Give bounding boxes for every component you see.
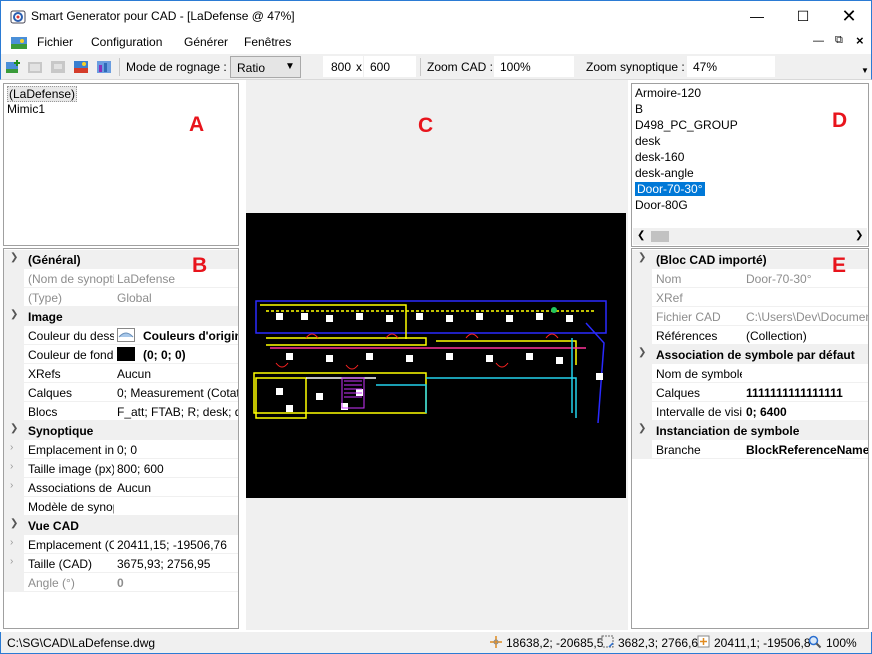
property-row[interactable]: Branche BlockReferenceName xyxy=(632,440,868,459)
synoptic-properties: B ❯(Général) (Nom de synoptique)LaDefens… xyxy=(3,248,239,629)
property-row[interactable]: Fichier CAD C:\Users\Dev\Documents xyxy=(632,307,868,326)
horizontal-scrollbar[interactable]: ❮ ❯ xyxy=(633,228,867,245)
zoom-cad-label: Zoom CAD : xyxy=(427,60,494,74)
new-icon[interactable] xyxy=(5,59,21,75)
app-icon xyxy=(10,10,26,24)
property-row[interactable]: Calques0; Measurement (Cotations) xyxy=(4,383,238,402)
category-vue-cad[interactable]: ❯ Vue CAD xyxy=(4,516,238,535)
chevron-down-icon: ▼ xyxy=(285,61,295,72)
minimize-button[interactable]: — xyxy=(734,1,780,32)
toolbar-overflow-icon[interactable]: ▼ xyxy=(861,66,869,75)
window-title: Smart Generator pour CAD - [LaDefense @ … xyxy=(31,9,295,23)
crop-mode-label: Mode de rognage : xyxy=(126,60,227,74)
cursor-position-icon xyxy=(490,636,502,648)
synoptic-canvas[interactable]: C xyxy=(246,80,628,630)
mdi-minimize-button[interactable]: — xyxy=(813,35,824,47)
color-swatch-icon xyxy=(117,328,135,342)
origin-icon xyxy=(697,635,710,648)
property-row[interactable]: › Taille (CAD) 3675,93; 2756,95 xyxy=(4,554,238,573)
category-synoptique[interactable]: ❯ Synoptique xyxy=(4,421,238,440)
property-row[interactable]: Intervalle de visibilité0; 6400 xyxy=(632,402,868,421)
export-image-icon[interactable] xyxy=(73,59,89,75)
status-file-path: C:\SG\CAD\LaDefense.dwg xyxy=(7,636,156,650)
property-row[interactable]: ›Emplacement initial0; 0 xyxy=(4,440,238,459)
property-row[interactable]: ›Emplacement (CAD)20411,15; -19506,76 xyxy=(4,535,238,554)
list-item[interactable]: desk-angle xyxy=(635,166,694,180)
list-item[interactable]: desk xyxy=(635,134,660,148)
zoom-cad-field[interactable]: 100% xyxy=(494,56,574,77)
crop-mode-value: Ratio xyxy=(237,61,266,75)
generate-icon[interactable] xyxy=(96,59,112,75)
property-row[interactable]: Couleur du dessin Couleurs d'origine xyxy=(4,326,238,345)
cad-block-list: Armoire-120 B D498_PC_GROUP desk desk-16… xyxy=(631,83,869,247)
list-item-selected[interactable]: Door-70-30° xyxy=(635,182,705,196)
category-association[interactable]: ❯ Association de symbole par défaut xyxy=(632,345,868,364)
menu-fichier[interactable]: Fichier xyxy=(37,35,73,49)
property-row[interactable]: BlocsF_att; FTAB; R; desk; desk-160 xyxy=(4,402,238,421)
title-bar: Smart Generator pour CAD - [LaDefense @ … xyxy=(0,0,872,32)
category-instanciation[interactable]: ❯ Instanciation de symbole xyxy=(632,421,868,440)
status-bar: C:\SG\CAD\LaDefense.dwg 18638,2; -20685,… xyxy=(0,632,872,654)
property-row[interactable]: Modèle de synoptique xyxy=(4,497,238,516)
menu-configuration[interactable]: Configuration xyxy=(91,35,162,49)
save-icon[interactable] xyxy=(50,59,66,75)
zoom-icon xyxy=(808,635,822,649)
synoptic-list: (LaDefense) Mimic1 A xyxy=(3,83,239,246)
status-zoom: 100% xyxy=(826,636,857,650)
property-row[interactable]: Angle (°) 0 xyxy=(4,573,238,592)
crop-mode-select[interactable]: Ratio ▼ xyxy=(230,56,301,78)
scroll-right-icon[interactable]: ❯ xyxy=(855,230,863,241)
block-properties: E ❯ (Bloc CAD importé) Nom Door-70-30° XRe… xyxy=(631,248,869,629)
list-item[interactable]: B xyxy=(635,102,643,116)
list-item[interactable]: (LaDefense) xyxy=(7,86,78,102)
property-row[interactable]: (Type) Global xyxy=(4,288,238,307)
status-origin: 20411,1; -19506,8 xyxy=(714,636,811,650)
panel-label-d: D xyxy=(832,109,848,132)
list-item[interactable]: Armoire-120 xyxy=(635,86,701,100)
panel-label-e: E xyxy=(832,254,847,277)
status-cursor: 18638,2; -20685,5 xyxy=(506,636,604,650)
property-row[interactable]: Nom de symbole xyxy=(632,364,868,383)
document-icon xyxy=(11,37,27,49)
status-size: 3682,3; 2766,6 xyxy=(618,636,699,650)
list-item[interactable]: Mimic1 xyxy=(7,102,45,116)
property-row[interactable]: Références (Collection) xyxy=(632,326,868,345)
close-button[interactable]: ✕ xyxy=(826,1,872,32)
scroll-thumb[interactable] xyxy=(651,231,669,242)
list-item[interactable]: Door-80G xyxy=(635,198,688,212)
toolbar: Mode de rognage : Ratio ▼ 800 x 600 Zoom… xyxy=(0,54,872,80)
property-row[interactable]: Calques 1111111111111111 xyxy=(632,383,868,402)
zoom-synoptique-field[interactable]: 47% xyxy=(687,56,775,77)
scroll-left-icon[interactable]: ❮ xyxy=(637,230,645,241)
panel-label-c: C xyxy=(418,114,434,137)
menu-fenetres[interactable]: Fenêtres xyxy=(244,35,291,49)
color-swatch xyxy=(117,347,135,361)
panel-label-b: B xyxy=(192,254,208,277)
zoom-synoptique-label: Zoom synoptique : xyxy=(586,60,685,74)
property-row[interactable]: XRefs Aucun xyxy=(4,364,238,383)
open-icon[interactable] xyxy=(27,59,43,75)
menu-generer[interactable]: Générer xyxy=(184,35,228,49)
height-field[interactable]: 600 xyxy=(364,56,416,77)
menu-bar: Fichier Configuration Générer Fenêtres —… xyxy=(0,32,872,54)
size-icon xyxy=(601,635,614,648)
maximize-button[interactable]: ☐ xyxy=(780,1,826,32)
cad-drawing[interactable] xyxy=(246,213,626,498)
size-separator: x xyxy=(356,60,362,74)
property-row[interactable]: › Taille image (px) 800; 600 xyxy=(4,459,238,478)
list-item[interactable]: D498_PC_GROUP xyxy=(635,118,738,132)
collapse-icon: ❯ xyxy=(10,252,19,263)
mdi-restore-button[interactable]: ⧉ xyxy=(835,34,843,47)
property-row[interactable]: ›Associations de symbolesAucun xyxy=(4,478,238,497)
property-row[interactable]: Couleur de fond (0; 0; 0) xyxy=(4,345,238,364)
category-image[interactable]: ❯ Image xyxy=(4,307,238,326)
property-row[interactable]: XRef xyxy=(632,288,868,307)
mdi-close-button[interactable]: × xyxy=(856,33,864,48)
list-item[interactable]: desk-160 xyxy=(635,150,684,164)
panel-label-a: A xyxy=(189,113,205,136)
